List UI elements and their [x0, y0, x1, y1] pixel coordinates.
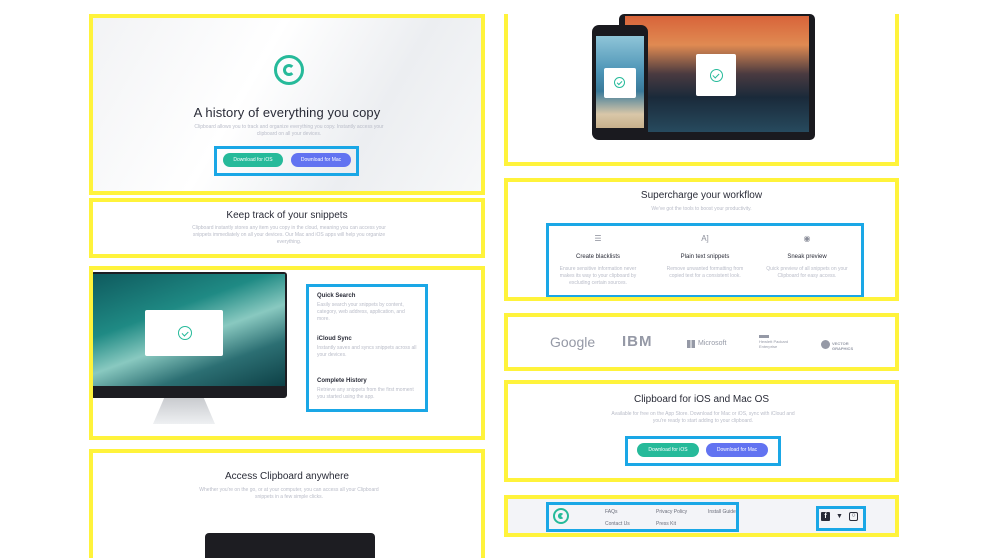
footer-logo-icon	[553, 508, 569, 524]
microsoft-logo-icon	[687, 340, 695, 348]
hpe-logo-icon	[759, 335, 769, 338]
footer-link-faqs[interactable]: FAQs	[605, 509, 618, 516]
feature-text-icloud-sync: Instantly saves and syncs snippets acros…	[317, 345, 417, 358]
twitter-icon[interactable]: ▼	[835, 512, 844, 521]
brand-google: Google	[550, 334, 596, 350]
hero-download-ios-button[interactable]: Download for iOS	[223, 153, 283, 167]
feature-text-complete-history: Retrieve any snippets from the first mom…	[317, 387, 414, 400]
brand-ibm: IBM	[622, 333, 653, 350]
footer-link-privacy[interactable]: Privacy Policy	[656, 509, 687, 516]
hero-subtitle: Clipboard allows you to track and organi…	[194, 124, 384, 137]
brand-microsoft: Microsoft	[698, 340, 727, 347]
cta-download-ios-button[interactable]: Download for iOS	[637, 443, 699, 457]
workflow-subtitle: We've got the tools to boost your produc…	[651, 206, 752, 212]
access-section: Access Clipboard anywhere Whether you're…	[89, 449, 485, 558]
footer-nav-group	[546, 502, 739, 532]
cta-download-mac-button[interactable]: Download for Mac	[706, 443, 768, 457]
hero-title: A history of everything you copy	[193, 105, 381, 120]
feature-title-quick-search: Quick Search	[317, 293, 356, 299]
text-snippet-icon: A]	[701, 234, 709, 243]
workflow-title-plain-text: Plain text snippets	[680, 254, 730, 260]
workflow-title-preview: Sneak preview	[787, 254, 827, 260]
phone-check-icon	[614, 77, 625, 88]
instagram-icon[interactable]: ○	[849, 512, 858, 521]
workflow-icon-blacklist: ☰	[591, 234, 605, 243]
facebook-icon[interactable]: f	[821, 512, 830, 521]
footer-link-install[interactable]: Install Guide	[708, 509, 736, 516]
workflow-icon-plain-text: A]	[695, 234, 715, 243]
feature-title-complete-history: Complete History	[317, 378, 367, 384]
footer-link-press[interactable]: Press Kit	[656, 521, 676, 528]
access-device-preview	[205, 533, 375, 558]
features-section: Quick Search Easily search your snippets…	[89, 266, 485, 440]
snippets-section: Keep track of your snippets Clipboard in…	[89, 198, 485, 258]
cta-text: Available for free on the App Store. Dow…	[611, 411, 795, 424]
vector-graphics-logo-icon	[821, 340, 830, 349]
hero-section: A history of everything you copy Clipboa…	[89, 14, 485, 195]
workflow-text-plain-text: Remove unwanted formatting from copied t…	[666, 266, 744, 279]
footer-section: FAQs Contact Us Privacy Policy Press Kit…	[504, 495, 899, 537]
devices-section	[504, 14, 899, 166]
monitor-check-icon	[178, 326, 192, 340]
workflow-text-blacklists: Ensure sensitive information never makes…	[559, 266, 637, 286]
workflow-icon-preview: ◉	[800, 234, 814, 243]
footer-link-contact[interactable]: Contact Us	[605, 521, 630, 528]
eye-icon: ◉	[803, 234, 811, 243]
access-title: Access Clipboard anywhere	[225, 471, 349, 482]
annotated-landing-page: A history of everything you copy Clipboa…	[0, 0, 988, 558]
access-text: Whether you're on the go, or at your com…	[199, 487, 379, 500]
workflow-section: Supercharge your workflow We've got the …	[504, 178, 899, 301]
workflow-title: Supercharge your workflow	[640, 190, 763, 201]
cta-title: Clipboard for iOS and Mac OS	[633, 394, 770, 405]
feature-title-icloud-sync: iCloud Sync	[317, 336, 352, 342]
snippets-text: Clipboard instantly stores any item you …	[192, 225, 386, 245]
monitor-stand	[153, 398, 215, 424]
blacklist-icon: ☰	[594, 234, 602, 243]
feature-text-quick-search: Easily search your snippets by content, …	[317, 302, 405, 322]
tablet-check-icon	[710, 69, 723, 82]
brand-hpe: Hewlett Packard Enterprise	[759, 339, 789, 349]
brands-section: Google IBM Microsoft Hewlett Packard Ent…	[504, 313, 899, 371]
clipboard-logo-icon	[274, 55, 304, 85]
brand-vector-graphics: VECTOR GRAPHICS	[832, 341, 854, 351]
snippets-title: Keep track of your snippets	[226, 210, 348, 221]
hero-download-mac-button[interactable]: Download for Mac	[291, 153, 351, 167]
cta-section: Clipboard for iOS and Mac OS Available f…	[504, 380, 899, 482]
workflow-text-preview: Quick preview of all snippets on your Cl…	[766, 266, 848, 279]
workflow-title-blacklists: Create blacklists	[575, 254, 620, 260]
